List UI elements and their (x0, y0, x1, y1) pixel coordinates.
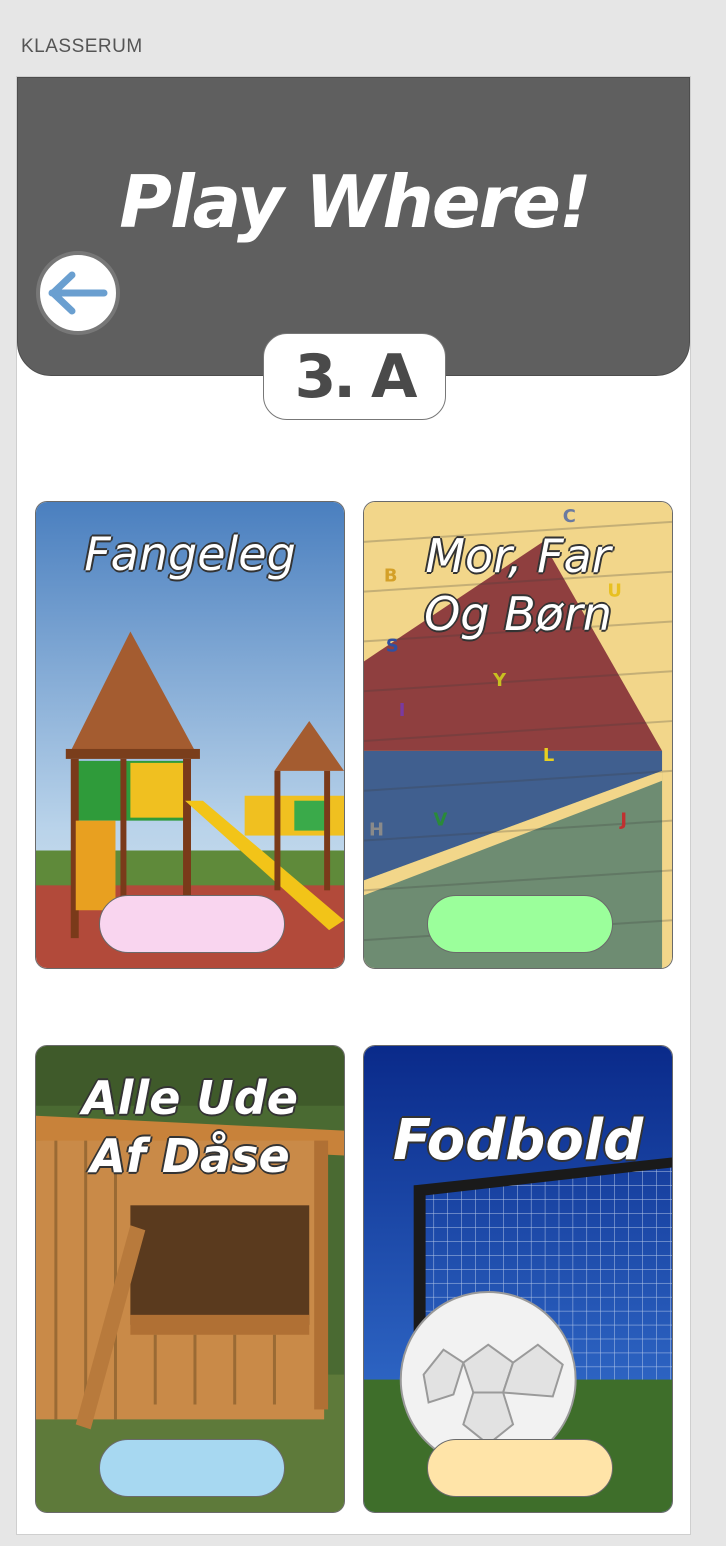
activity-card-fodbold[interactable]: Fodbold (363, 1045, 673, 1513)
card-title: Fangeleg (84, 527, 296, 581)
card-title: Alle Ude Af Dåse (82, 1071, 298, 1183)
header: Play Where! (17, 77, 690, 376)
card-title: Mor, Far Og Børn (424, 529, 612, 641)
arrow-left-icon (48, 271, 108, 315)
card-action-button[interactable] (99, 895, 285, 953)
class-badge: 3. A (263, 333, 446, 420)
back-button[interactable] (36, 251, 120, 335)
page-label: KLASSERUM (21, 36, 143, 57)
svg-text:C: C (563, 506, 576, 527)
card-action-button[interactable] (427, 895, 613, 953)
svg-text:I: I (399, 700, 406, 721)
app-title: Play Where! (119, 160, 592, 244)
svg-text:H: H (369, 820, 384, 841)
card-action-button[interactable] (99, 1439, 285, 1497)
svg-text:J: J (619, 810, 627, 831)
activity-card-mor-far-og-born[interactable]: B U S Y I L V J H C Mor, Far Og Børn (363, 501, 673, 969)
card-action-button[interactable] (427, 1439, 613, 1497)
app-frame: Play Where! 3. A Fangeleg B U S Y I L V … (16, 76, 691, 1535)
activity-card-fangeleg[interactable]: Fangeleg (35, 501, 345, 969)
card-title: Fodbold (392, 1108, 644, 1173)
activity-card-alle-ude-af-dase[interactable]: Alle Ude Af Dåse (35, 1045, 345, 1513)
svg-text:V: V (434, 810, 448, 831)
svg-text:L: L (543, 745, 554, 766)
svg-text:Y: Y (492, 670, 507, 691)
